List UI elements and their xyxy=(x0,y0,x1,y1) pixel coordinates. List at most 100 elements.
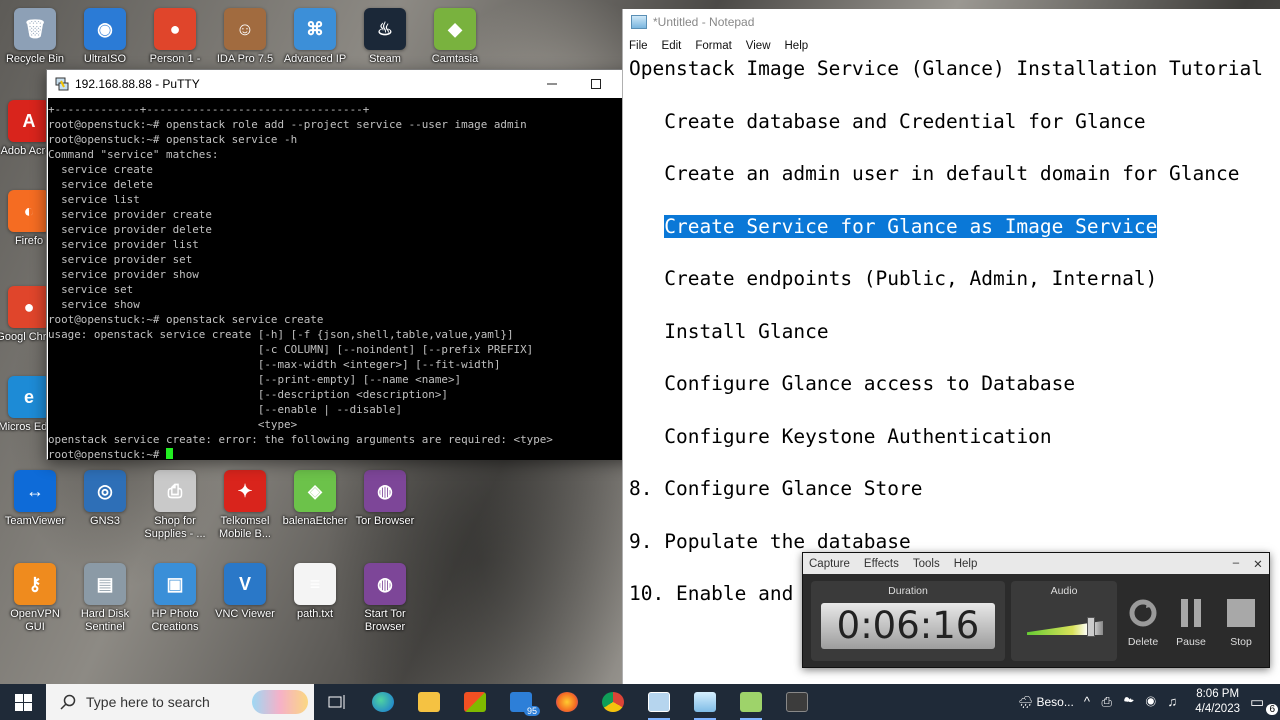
taskbar-camtasia[interactable] xyxy=(728,684,774,720)
notepad-menubar: File Edit Format View Help xyxy=(623,35,1280,57)
terminal-line: service delete xyxy=(48,178,153,191)
terminal-line: root@openstuck:~# openstack service crea… xyxy=(48,313,324,326)
menu-help[interactable]: Help xyxy=(785,40,809,52)
desktop-icon-hard-disk-sentinel[interactable]: ▤ Hard Disk Sentinel xyxy=(70,563,140,634)
desktop-icon-tor-browser[interactable]: ◍ Tor Browser xyxy=(350,470,420,528)
mail-badge: 95 xyxy=(523,706,540,716)
taskbar-edge[interactable] xyxy=(360,684,406,720)
notepad-icon xyxy=(631,15,647,29)
recorder-menu-capture[interactable]: Capture xyxy=(809,558,850,570)
desktop-icon-steam[interactable]: ♨ Steam xyxy=(350,8,420,66)
menu-format[interactable]: Format xyxy=(695,40,731,52)
terminal-line: service provider set xyxy=(48,253,193,266)
putty-terminal[interactable]: +-------------+-------------------------… xyxy=(48,98,648,460)
desktop-icon-start-tor-browser[interactable]: ◍ Start Tor Browser xyxy=(350,563,420,634)
putty-maximize-button[interactable] xyxy=(574,70,618,97)
putty-window[interactable]: 192.168.88.88 - PuTTY +-------------+---… xyxy=(46,69,663,460)
stop-button[interactable]: Stop xyxy=(1219,597,1263,648)
clock-time: 8:06 PM xyxy=(1196,688,1240,700)
search-highlight-image xyxy=(252,690,308,714)
desktop-icon-balenaetcher[interactable]: ◈ balenaEtcher xyxy=(280,470,350,528)
taskbar-search-box[interactable]: Type here to search xyxy=(46,684,314,720)
terminal-line: [--max-width <integer>] [--fit-width] xyxy=(48,358,501,371)
notepad-line: Configure Glance access to Database xyxy=(629,372,1076,395)
taskbar-chrome[interactable] xyxy=(590,684,636,720)
desktop-icon-label: TeamViewer xyxy=(4,515,66,527)
terminal-line: service list xyxy=(48,193,140,206)
desktop-icon-recycle-bin[interactable]: 🗑 Recycle Bin xyxy=(0,8,70,66)
audio-label: Audio xyxy=(1050,585,1078,597)
pause-button[interactable]: Pause xyxy=(1169,597,1213,648)
desktop-icon-telkomsel-mobile-b[interactable]: ✦ Telkomsel Mobile B... xyxy=(210,470,280,541)
notepad-line: Create an admin user in default domain f… xyxy=(629,162,1240,185)
desktop-icon-path-txt[interactable]: ≡ path.txt xyxy=(280,563,350,621)
terminal-line: root@openstuck:~# openstack service -h xyxy=(48,133,298,146)
putty-titlebar[interactable]: 192.168.88.88 - PuTTY xyxy=(47,70,662,97)
notepad-text-area[interactable]: Openstack Image Service (Glance) Install… xyxy=(629,55,1280,633)
weather-text: Beso... xyxy=(1036,695,1074,709)
taskbar-notepad[interactable] xyxy=(682,684,728,720)
delete-button[interactable]: Delete xyxy=(1121,597,1165,648)
desktop-icon-camtasia[interactable]: ◆ Camtasia xyxy=(420,8,490,66)
desktop-icon-ida-pro-7-5[interactable]: ☺ IDA Pro 7.5 xyxy=(210,8,280,66)
terminal-line: service provider delete xyxy=(48,223,212,236)
terminal-line: <type> xyxy=(48,418,298,431)
putty-taskbar-icon xyxy=(648,692,670,712)
camtasia-recorder[interactable]: Capture Effects Tools Help – ✕ Duration … xyxy=(802,552,1270,668)
desktop-icon-label: VNC Viewer xyxy=(215,608,275,620)
putty-minimize-button[interactable] xyxy=(530,70,574,97)
taskbar-firefox[interactable] xyxy=(544,684,590,720)
taskbar-file-explorer[interactable] xyxy=(406,684,452,720)
notepad-line: Create database and Credential for Glanc… xyxy=(629,109,1146,133)
stop-label: Stop xyxy=(1230,636,1252,648)
stop-icon xyxy=(1227,599,1255,627)
app-icon: 🗑 xyxy=(14,8,56,50)
desktop-icon-label: Telkomsel Mobile B... xyxy=(219,515,271,540)
notepad-titlebar[interactable]: *Untitled - Notepad xyxy=(623,9,1280,35)
desktop-icon-person-1[interactable]: ● Person 1 - xyxy=(140,8,210,66)
desktop-icon-advanced-ip[interactable]: ⌘ Advanced IP xyxy=(280,8,350,66)
app-icon: ● xyxy=(8,286,50,328)
recorder-minimize-button[interactable]: – xyxy=(1225,557,1247,571)
desktop-icon-openvpn-gui[interactable]: ⚷ OpenVPN GUI xyxy=(0,563,70,634)
desktop-icon-hp-photo-creations[interactable]: ▣ HP Photo Creations xyxy=(140,563,210,634)
duration-panel: Duration 0:06:16 xyxy=(811,581,1005,661)
chrome-icon xyxy=(602,692,624,712)
duration-label: Duration xyxy=(888,585,928,597)
notepad-line: 8. Configure Glance Store xyxy=(629,477,923,500)
desktop-icon-label: Camtasia xyxy=(431,53,479,65)
app-icon: ☺ xyxy=(224,8,266,50)
terminal-line: [--print-empty] [--name <name>] xyxy=(48,373,462,386)
weather-widget[interactable]: 🌧 Beso... xyxy=(1018,695,1074,709)
recorder-close-button[interactable]: ✕ xyxy=(1247,557,1269,571)
recorder-menu-effects[interactable]: Effects xyxy=(864,558,899,570)
app-icon: ◎ xyxy=(84,470,126,512)
audio-volume-slider[interactable] xyxy=(1087,617,1095,637)
duration-display: 0:06:16 xyxy=(821,603,995,649)
tray-icons[interactable]: ^ ⎙ ☁ ◉ ♫ xyxy=(1084,694,1181,710)
terminal-line: service provider create xyxy=(48,208,212,221)
start-button[interactable] xyxy=(0,684,46,720)
task-view-button[interactable] xyxy=(314,684,360,720)
recorder-menu-tools[interactable]: Tools xyxy=(913,558,940,570)
app-icon: ◍ xyxy=(364,563,406,605)
menu-edit[interactable]: Edit xyxy=(662,40,682,52)
menu-file[interactable]: File xyxy=(629,40,648,52)
terminal-prompt-line[interactable]: root@openstuck:~# xyxy=(48,447,648,460)
desktop-icon-ultraiso[interactable]: ◉ UltraISO xyxy=(70,8,140,66)
taskbar-putty[interactable] xyxy=(636,684,682,720)
app-icon: ◈ xyxy=(294,470,336,512)
audio-panel: Audio xyxy=(1011,581,1117,661)
menu-view[interactable]: View xyxy=(746,40,771,52)
taskbar-clock[interactable]: 8:06 PM 4/4/2023 xyxy=(1195,687,1240,717)
notepad-line: Openstack Image Service (Glance) Install… xyxy=(629,57,1263,80)
desktop-icon-gns3[interactable]: ◎ GNS3 xyxy=(70,470,140,528)
taskbar-store[interactable] xyxy=(452,684,498,720)
desktop-icon-vnc-viewer[interactable]: V VNC Viewer xyxy=(210,563,280,621)
desktop-icon-shop-for-supplies[interactable]: ⎙ Shop for Supplies - ... xyxy=(140,470,210,541)
recorder-menu-help[interactable]: Help xyxy=(954,558,978,570)
taskbar-mail[interactable]: 95 xyxy=(498,684,544,720)
taskbar-app[interactable] xyxy=(774,684,820,720)
notification-center-button[interactable]: ▭ 6 xyxy=(1250,693,1280,715)
desktop-icon-teamviewer[interactable]: ↔ TeamViewer xyxy=(0,470,70,528)
